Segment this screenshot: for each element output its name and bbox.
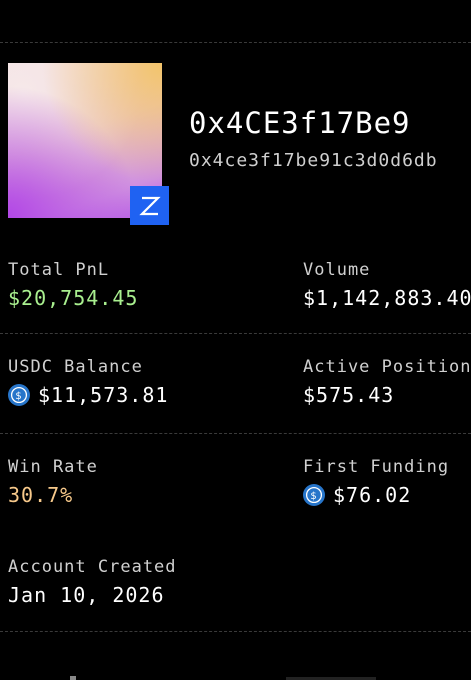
wallet-address-full[interactable]: 0x4ce3f17be91c3d0d6db bbox=[189, 150, 438, 171]
bottom-divider bbox=[0, 631, 471, 632]
wallet-address-short: 0x4CE3f17Be9 bbox=[189, 106, 411, 140]
partial-next-section bbox=[0, 674, 471, 680]
first-funding-value-row: $ $76.02 bbox=[303, 483, 411, 507]
first-funding-value: $76.02 bbox=[333, 483, 412, 507]
account-created-value: Jan 10, 2026 bbox=[8, 583, 165, 607]
usdc-balance-value-row: $ $11,573.81 bbox=[8, 383, 168, 407]
active-positions-value: $575.43 bbox=[303, 383, 395, 407]
total-pnl-label: Total PnL bbox=[8, 260, 110, 280]
usdc-balance-value: $11,573.81 bbox=[38, 383, 169, 407]
top-divider bbox=[0, 42, 471, 43]
volume-label: Volume bbox=[303, 260, 371, 280]
wallet-brand-icon bbox=[130, 186, 169, 225]
svg-text:$: $ bbox=[15, 391, 22, 402]
svg-text:$: $ bbox=[310, 491, 317, 502]
account-created-label: Account Created bbox=[8, 557, 177, 577]
usdc-coin-icon: $ bbox=[303, 484, 325, 506]
row-divider bbox=[0, 433, 471, 434]
total-pnl-value: $20,754.45 bbox=[8, 286, 139, 310]
first-funding-label: First Funding bbox=[303, 457, 450, 477]
usdc-coin-icon: $ bbox=[8, 384, 30, 406]
usdc-balance-label: USDC Balance bbox=[8, 357, 143, 377]
win-rate-label: Win Rate bbox=[8, 457, 98, 477]
active-positions-label: Active Position bbox=[303, 357, 471, 377]
win-rate-value: 30.7% bbox=[8, 483, 74, 507]
volume-value: $1,142,883.40 bbox=[303, 286, 471, 310]
row-divider bbox=[0, 333, 471, 334]
